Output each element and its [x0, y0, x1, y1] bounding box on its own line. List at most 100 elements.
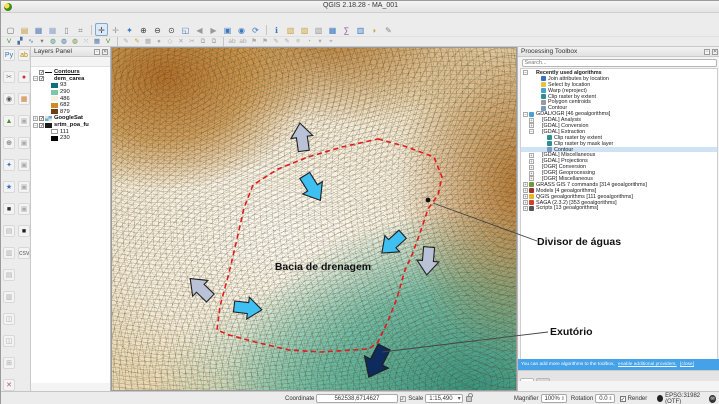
lock-scale-icon[interactable] [466, 396, 472, 402]
messages-icon[interactable]: ✉ [709, 395, 716, 403]
expander-icon[interactable]: + [529, 153, 534, 158]
label-tool-1[interactable]: ab [227, 37, 237, 46]
move-feature[interactable]: ✦ [123, 23, 136, 36]
new-layer-menu[interactable]: V [103, 37, 113, 46]
delete-selected[interactable]: ✕ [176, 37, 186, 46]
python-console-icon[interactable]: Py [3, 49, 15, 61]
layer-row[interactable]: ✓ 290 [31, 89, 110, 96]
label-abc-icon[interactable]: ab [18, 49, 30, 61]
expander-icon[interactable]: + [523, 206, 528, 211]
expander-icon[interactable]: + [529, 176, 534, 181]
label-tool-8[interactable]: ◔ [304, 37, 314, 46]
statistics-panel[interactable]: ▥ [354, 23, 367, 36]
zoom-out[interactable]: ⊖ [151, 23, 164, 36]
close-info-link[interactable]: [close] [680, 362, 694, 367]
expander-icon[interactable]: + [523, 200, 528, 205]
histogram2-icon[interactable]: ▤ [3, 269, 15, 281]
label-tool-2[interactable]: ab [238, 37, 248, 46]
coordinate-input[interactable]: 562538,6714627 [316, 394, 397, 403]
grid-tool-icon[interactable]: ⊞ [3, 357, 15, 369]
attribute-table[interactable]: ▦ [326, 23, 339, 36]
terrain-profile-icon[interactable]: ■ [3, 203, 15, 215]
save-project[interactable]: ▦ [32, 23, 45, 36]
map-canvas[interactable] [111, 47, 517, 391]
composer-manager[interactable]: ⌗ [74, 23, 87, 36]
raster-calc-icon[interactable]: ▦ [18, 93, 30, 105]
current-edits[interactable]: ✎ [121, 37, 131, 46]
plugin-chip-icon[interactable]: ■ [18, 225, 30, 237]
label-tool-9[interactable]: ▾ [315, 37, 325, 46]
add-feature[interactable]: ● [154, 37, 164, 46]
remove-tool-icon[interactable]: ✕ [3, 379, 15, 391]
zoom-native[interactable]: ⊙ [165, 23, 178, 36]
render-checkbox[interactable]: ✓ [620, 396, 626, 402]
expander-icon[interactable]: − [523, 70, 528, 75]
new-annotation[interactable]: ✎ [382, 23, 395, 36]
label-tool-3[interactable]: ⚑ [249, 37, 259, 46]
panel-close-button[interactable]: ✕ [102, 49, 108, 55]
layer-row[interactable]: − ✓ dem_carea [31, 76, 110, 83]
csv-plugin-icon[interactable]: csv [18, 247, 30, 259]
georeference-icon[interactable]: ⊕ [3, 137, 15, 149]
scale-combo[interactable]: 1:15,490 [425, 394, 462, 403]
expander-icon[interactable]: + [529, 118, 534, 123]
layer-checkbox[interactable]: ✓ [39, 116, 44, 121]
label-tool-5[interactable]: ✎ [271, 37, 281, 46]
label-tool-4[interactable]: ⚑ [260, 37, 270, 46]
import-vector[interactable]: ▞ [15, 37, 25, 46]
zoom-last[interactable]: ◀ [193, 23, 206, 36]
zoom-to-selection[interactable]: ◉ [235, 23, 248, 36]
layer-row[interactable]: ✓ 230 [31, 135, 110, 142]
layer-row[interactable]: ✓ Contours [31, 69, 110, 76]
panel-float-button[interactable]: ▫ [94, 49, 100, 55]
save-edits[interactable]: ▦ [143, 37, 153, 46]
crs-button[interactable]: EPSG:31982 (OTF) [657, 393, 709, 404]
deselect-all[interactable]: ▧ [312, 23, 325, 36]
label-tool-10[interactable]: ⌖ [326, 37, 336, 46]
list2-icon[interactable]: ▥ [3, 291, 15, 303]
select-by-expression[interactable]: ▨ [298, 23, 311, 36]
pan-to-selection[interactable]: ✛ [109, 23, 122, 36]
proc-tool4-icon[interactable]: ▣ [18, 181, 30, 193]
expander-icon[interactable]: + [529, 165, 534, 170]
layer-menu[interactable]: ▾ [37, 37, 47, 46]
accessibility-tool-icon[interactable]: ✦ [3, 159, 15, 171]
layer-row[interactable]: ✓ 111 [31, 128, 110, 135]
add-wms-layer[interactable]: ◍ [70, 37, 80, 46]
interpolate[interactable]: ∿ [26, 37, 36, 46]
paste-features[interactable]: ⧉ [209, 37, 219, 46]
mask-tool-icon[interactable]: ◫ [3, 335, 15, 347]
proc-tool5-icon[interactable]: ▣ [18, 203, 30, 215]
layer-row[interactable]: ✓ 879 [31, 109, 110, 116]
zoom-next[interactable]: ▶ [207, 23, 220, 36]
panel-float-button[interactable]: ▫ [704, 49, 710, 55]
histogram-icon[interactable]: ▤ [3, 225, 15, 237]
node-tool[interactable]: ◇ [165, 37, 175, 46]
panel-tab[interactable] [536, 378, 550, 381]
identify[interactable]: ℹ [270, 23, 283, 36]
proc-tool2-icon[interactable]: ▣ [18, 137, 30, 149]
new-shapefile[interactable]: V [4, 37, 14, 46]
zoom-full[interactable]: ◱ [179, 23, 192, 36]
add-vector-layer[interactable]: ◍ [48, 37, 58, 46]
cut-features[interactable]: ✂ [187, 37, 197, 46]
layer-row[interactable]: ✓ 682 [31, 102, 110, 109]
layer-row[interactable]: + ✓ GoogleSat [31, 115, 110, 122]
panel-tab[interactable] [520, 378, 534, 381]
expander-icon[interactable]: + [529, 159, 534, 164]
expander-icon[interactable]: − [523, 112, 528, 117]
clip-tool-icon[interactable]: ◫ [3, 313, 15, 325]
enable-providers-link[interactable]: enable additional providers. [618, 362, 677, 367]
extent-toggle-icon[interactable]: ◰ [400, 395, 407, 403]
open-project[interactable]: ▤ [18, 23, 31, 36]
plugin-tools-icon[interactable]: ✂ [3, 71, 15, 83]
layer-checkbox[interactable]: ✓ [39, 70, 44, 75]
layer-row[interactable]: ✓ 486 [31, 95, 110, 102]
color-wheel-icon[interactable]: ● [18, 71, 30, 83]
map-tips[interactable]: ◗ [368, 23, 381, 36]
refresh[interactable]: ⟳ [249, 23, 262, 36]
expander-icon[interactable]: − [529, 129, 534, 134]
pan-map[interactable]: ✛ [95, 23, 108, 36]
add-raster-layer[interactable]: ◍ [59, 37, 69, 46]
expander-icon[interactable]: + [529, 171, 534, 176]
